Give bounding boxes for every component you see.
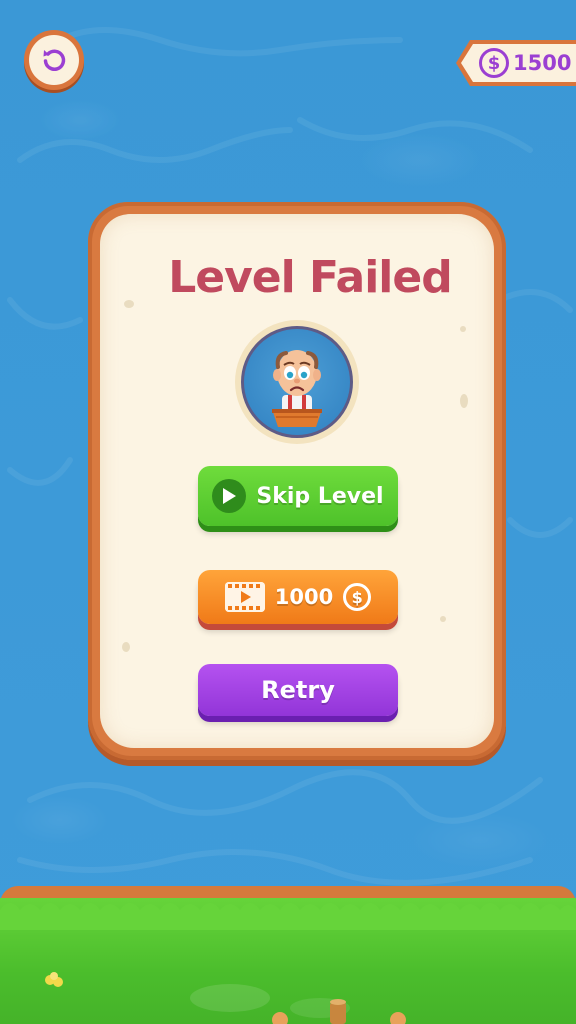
panel-speck — [440, 616, 446, 622]
restart-icon — [43, 49, 66, 71]
skip-level-label: Skip Level — [256, 483, 384, 509]
coin-balance-value: 1500 — [513, 51, 572, 75]
coin-icon: $ — [343, 583, 372, 611]
flower-icon — [45, 972, 63, 987]
watch-ad-button[interactable]: 1000 $ — [198, 570, 398, 624]
sad-man-in-boat-icon — [272, 350, 322, 427]
panel-speck — [122, 642, 130, 652]
coin-balance-pill: $ 1500 — [456, 40, 576, 86]
grass-field — [0, 898, 576, 1024]
ad-cost-value: 1000 — [274, 585, 334, 609]
skip-level-button[interactable]: Skip Level — [198, 466, 398, 526]
panel-speck — [460, 394, 468, 408]
play-icon — [212, 479, 247, 513]
retry-label: Retry — [261, 676, 335, 704]
retry-button[interactable]: Retry — [198, 664, 398, 716]
panel-speck — [460, 326, 466, 332]
character-avatar — [235, 320, 359, 444]
restart-button[interactable] — [24, 30, 84, 90]
coin-icon: $ — [479, 48, 509, 78]
restart-button-face — [29, 35, 79, 85]
avatar-circle — [241, 326, 353, 438]
video-ad-icon — [224, 582, 265, 612]
grass-details — [45, 972, 406, 1024]
coin-balance-inner: $ 1500 — [461, 44, 576, 82]
dialog-title: Level Failed — [168, 252, 452, 303]
